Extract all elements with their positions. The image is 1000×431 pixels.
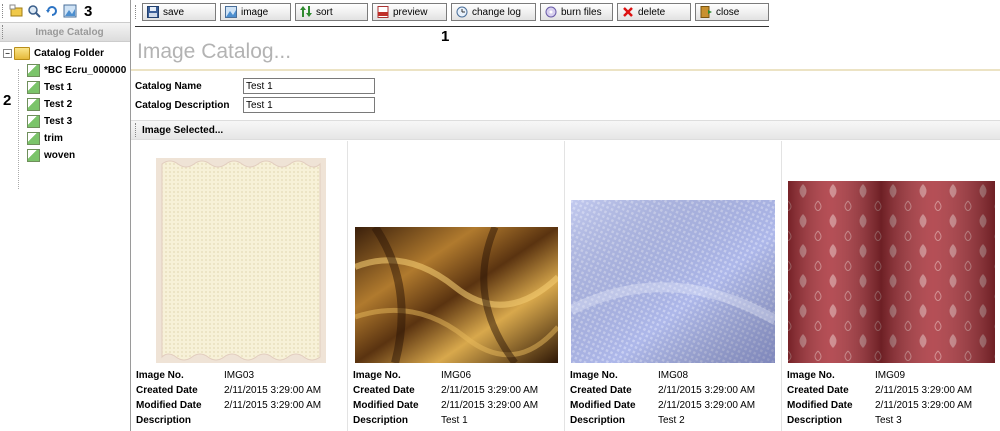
image-grid: Image No. IMG03 Created Date 2/11/2015 3:2… [131, 141, 1000, 431]
header-grip [135, 123, 139, 137]
image-card[interactable]: Image No. IMG03 Created Date 2/11/2015 3:2… [131, 141, 348, 431]
delete-button[interactable]: delete [617, 3, 691, 21]
header-grip [2, 25, 6, 39]
image-icon[interactable] [63, 4, 77, 18]
sort-button[interactable]: sort [295, 3, 368, 21]
tree-item-label: woven [44, 150, 76, 161]
created-date-value: 2/11/2015 3:29:00 AM [441, 385, 539, 396]
modified-date-value: 2/11/2015 3:29:00 AM [658, 400, 756, 411]
catalog-name-input[interactable] [243, 78, 375, 94]
image-meta: Image No. IMG06 Created Date 2/11/2015 3:2… [353, 370, 539, 426]
new-catalog-icon[interactable] [9, 4, 23, 18]
catalog-description-label: Catalog Description [135, 99, 230, 111]
tree-item-label: Test 2 [44, 99, 73, 110]
fabric-thumbnail[interactable] [156, 158, 326, 363]
catalog-file-icon [27, 81, 40, 94]
catalog-tree: − Catalog Folder *BC Ecru_000000 Test 1 … [0, 45, 130, 189]
catalog-file-icon [27, 64, 40, 77]
folder-icon [14, 47, 30, 60]
tree-item[interactable]: *BC Ecru_000000 [0, 62, 130, 79]
search-icon[interactable] [27, 4, 41, 18]
description-value: Test 2 [658, 415, 685, 426]
catalog-file-icon [27, 115, 40, 128]
sort-icon [300, 6, 312, 18]
marker-2: 2 [3, 92, 12, 109]
catalog-description-row: Catalog Description [135, 97, 375, 113]
catalog-file-icon [27, 98, 40, 111]
left-toolbar: 3 [0, 0, 130, 22]
catalog-name-label: Catalog Name [135, 80, 202, 92]
pdf-icon [377, 6, 389, 18]
burn-files-button[interactable]: burn files [540, 3, 613, 21]
left-panel-title: Image Catalog [35, 26, 104, 38]
catalog-file-icon [27, 132, 40, 145]
tree-root[interactable]: − Catalog Folder [0, 45, 130, 62]
toolbar-grip [2, 4, 6, 18]
tree-item[interactable]: Test 1 [0, 79, 130, 96]
tree-item[interactable]: trim [0, 130, 130, 147]
clock-icon [456, 6, 468, 18]
image-meta: Image No. IMG03 Created Date 2/11/2015 3:2… [136, 370, 322, 426]
image-card[interactable]: Image No. IMG06 Created Date 2/11/2015 3:2… [348, 141, 565, 431]
image-no-value: IMG08 [658, 370, 689, 381]
image-meta: Image No. IMG08 Created Date 2/11/2015 3:2… [570, 370, 756, 426]
modified-date-value: 2/11/2015 3:29:00 AM [441, 400, 539, 411]
catalog-name-row: Catalog Name [135, 78, 375, 94]
tree-item[interactable]: Test 3 [0, 113, 130, 130]
image-icon [225, 6, 237, 18]
created-date-value: 2/11/2015 3:29:00 AM [224, 385, 322, 396]
image-card[interactable]: Image No. IMG08 Created Date 2/11/2015 3:2… [565, 141, 782, 431]
image-button[interactable]: image [220, 3, 291, 21]
image-no-value: IMG06 [441, 370, 472, 381]
tree-item[interactable]: woven [0, 147, 130, 164]
page-title: Image Catalog... [137, 40, 292, 63]
tree-item-label: trim [44, 133, 63, 144]
image-no-value: IMG03 [224, 370, 255, 381]
fabric-thumbnail[interactable] [788, 181, 995, 363]
left-panel: 3 Image Catalog − Catalog Folder *BC Ecr… [0, 0, 131, 431]
close-button[interactable]: close [695, 3, 769, 21]
tree-item-label: Test 1 [44, 82, 73, 93]
image-card[interactable]: Image No. IMG09 Created Date 2/11/2015 3:2… [782, 141, 998, 431]
refresh-icon[interactable] [45, 4, 59, 18]
main-toolbar: save image sort preview change log burn … [131, 0, 1000, 24]
fabric-thumbnail[interactable] [355, 227, 558, 363]
marker-3: 3 [84, 3, 93, 20]
exit-door-icon [700, 6, 712, 18]
change-log-button[interactable]: change log [451, 3, 536, 21]
toolbar-divider [135, 26, 769, 27]
description-value: Test 1 [441, 415, 468, 426]
modified-date-value: 2/11/2015 3:29:00 AM [224, 400, 322, 411]
collapse-icon[interactable]: − [3, 49, 12, 58]
description-value: Test 3 [875, 415, 902, 426]
fabric-thumbnail[interactable] [571, 200, 775, 363]
tree-item[interactable]: Test 2 [0, 96, 130, 113]
tree-root-label: Catalog Folder [34, 48, 105, 59]
delete-icon [622, 6, 634, 18]
left-panel-header: Image Catalog [0, 22, 130, 42]
tree-item-label: *BC Ecru_000000 [44, 65, 127, 76]
marker-1: 1 [441, 28, 450, 45]
disc-icon [545, 6, 557, 18]
title-divider [131, 69, 1000, 71]
preview-button[interactable]: preview [372, 3, 447, 21]
catalog-description-input[interactable] [243, 97, 375, 113]
main-panel: save image sort preview change log burn … [131, 0, 1000, 431]
save-icon [147, 6, 159, 18]
modified-date-value: 2/11/2015 3:29:00 AM [875, 400, 973, 411]
image-selected-title: Image Selected... [142, 124, 224, 136]
created-date-value: 2/11/2015 3:29:00 AM [875, 385, 973, 396]
tree-item-label: Test 3 [44, 116, 73, 127]
created-date-value: 2/11/2015 3:29:00 AM [658, 385, 756, 396]
catalog-file-icon [27, 149, 40, 162]
save-button[interactable]: save [142, 3, 216, 21]
image-no-value: IMG09 [875, 370, 906, 381]
image-meta: Image No. IMG09 Created Date 2/11/2015 3:2… [787, 370, 973, 426]
toolbar-grip [135, 5, 139, 19]
image-selected-header: Image Selected... [131, 120, 1000, 140]
